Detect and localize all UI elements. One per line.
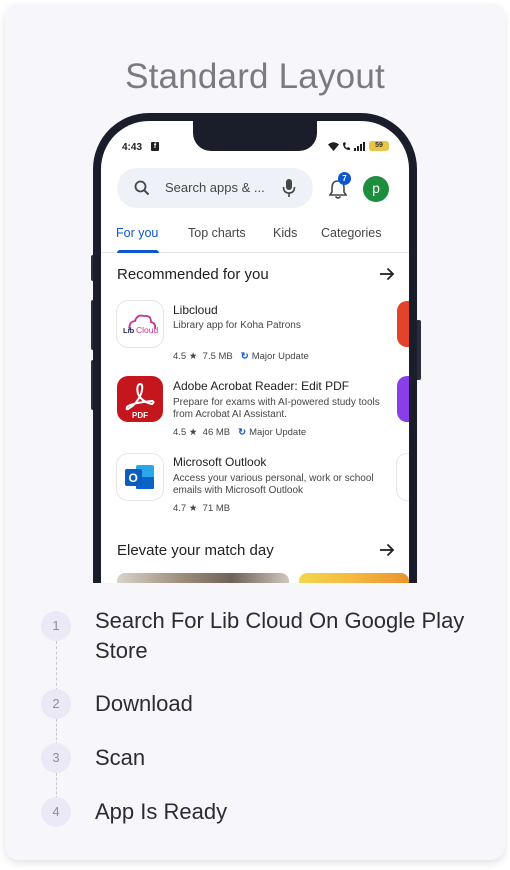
step-label: Search For Lib Cloud On Google Play Stor… xyxy=(95,608,465,663)
status-time: 4:43 xyxy=(122,142,143,153)
active-tab-indicator xyxy=(117,250,159,253)
step-connector xyxy=(56,773,57,799)
facebook-notification-icon: f xyxy=(151,142,159,151)
microphone-icon[interactable] xyxy=(282,178,296,198)
app-rating: 4.7 xyxy=(173,503,187,514)
star-icon: ★ xyxy=(186,503,203,514)
battery-icon: 59 xyxy=(369,141,389,151)
app-name[interactable]: Microsoft Outlook xyxy=(173,455,266,469)
match-day-section-title: Elevate your match day xyxy=(117,542,274,559)
next-app-preview[interactable] xyxy=(397,376,409,422)
app-meta: 4.5 ★ 46 MB ↻ Major Update xyxy=(173,427,306,438)
match-day-banner[interactable] xyxy=(299,573,409,583)
svg-text:PDF: PDF xyxy=(132,411,148,420)
app-meta: 4.7 ★ 71 MB xyxy=(173,503,230,514)
wifi-icon xyxy=(328,141,339,151)
update-label: Major Update xyxy=(251,351,309,362)
signal-icon xyxy=(354,141,365,151)
phone-screen: 4:43 f 59 Search apps & ... 7 p For you … xyxy=(101,121,409,583)
tab-for-you[interactable]: For you xyxy=(116,226,158,240)
card-title: Standard Layout xyxy=(125,57,385,96)
app-rating: 4.5 xyxy=(173,427,187,438)
step-number: 4 xyxy=(41,797,71,827)
status-icons: 59 xyxy=(328,141,389,151)
step-connector xyxy=(56,719,57,745)
star-icon: ★ xyxy=(186,351,203,362)
app-meta: 4.5 ★ 7.5 MB ↻ Major Update xyxy=(173,351,309,362)
app-description: Access your various personal, work or sc… xyxy=(173,473,374,496)
step-number: 1 xyxy=(41,611,71,641)
tab-categories[interactable]: Categories xyxy=(321,226,381,240)
app-name[interactable]: Libcloud xyxy=(173,303,218,317)
tab-top-charts[interactable]: Top charts xyxy=(188,226,246,240)
svg-text:O: O xyxy=(129,471,138,485)
arrow-right-icon[interactable] xyxy=(379,267,395,281)
app-name[interactable]: Adobe Acrobat Reader: Edit PDF xyxy=(173,379,349,393)
step-number: 3 xyxy=(41,743,71,773)
step-connector xyxy=(56,641,57,691)
search-icon xyxy=(134,180,150,196)
app-description: Prepare for exams with AI-powered study … xyxy=(173,397,380,420)
star-icon: ★ xyxy=(186,427,203,438)
call-icon xyxy=(343,141,350,150)
update-icon: ↻ xyxy=(240,351,249,362)
libcloud-logo-icon[interactable]: Lib Cloud xyxy=(117,301,163,347)
adobe-acrobat-icon[interactable]: PDF xyxy=(117,376,163,422)
app-size: 46 MB xyxy=(202,427,231,438)
update-label: Major Update xyxy=(249,427,307,438)
next-app-preview[interactable] xyxy=(397,301,409,347)
step-label: Download xyxy=(95,691,193,716)
tab-bar: For you Top charts Kids Categories xyxy=(101,217,409,253)
arrow-right-icon[interactable] xyxy=(379,543,395,557)
app-size: 71 MB xyxy=(202,503,231,514)
search-bar[interactable]: Search apps & ... xyxy=(117,168,313,208)
search-placeholder: Search apps & ... xyxy=(165,180,265,195)
svg-text:Lib: Lib xyxy=(123,326,135,335)
app-description: Library app for Koha Patrons xyxy=(173,320,301,331)
app-rating: 4.5 xyxy=(173,351,187,362)
update-icon: ↻ xyxy=(238,427,247,438)
recommended-section-title: Recommended for you xyxy=(117,266,269,283)
step-number: 2 xyxy=(41,689,71,719)
svg-text:Cloud: Cloud xyxy=(136,325,158,335)
avatar[interactable]: p xyxy=(363,176,389,202)
phone-notch xyxy=(193,121,317,151)
next-app-preview[interactable] xyxy=(397,454,409,500)
phone-mockup: 4:43 f 59 Search apps & ... 7 p For you … xyxy=(93,113,417,583)
step-label: Scan xyxy=(95,745,146,770)
notification-badge: 7 xyxy=(338,172,351,185)
match-day-banner[interactable] xyxy=(117,573,289,583)
outlook-icon[interactable]: O xyxy=(117,454,163,500)
step-label: App Is Ready xyxy=(95,799,228,824)
tab-kids[interactable]: Kids xyxy=(273,226,297,240)
app-size: 7.5 MB xyxy=(202,351,233,362)
